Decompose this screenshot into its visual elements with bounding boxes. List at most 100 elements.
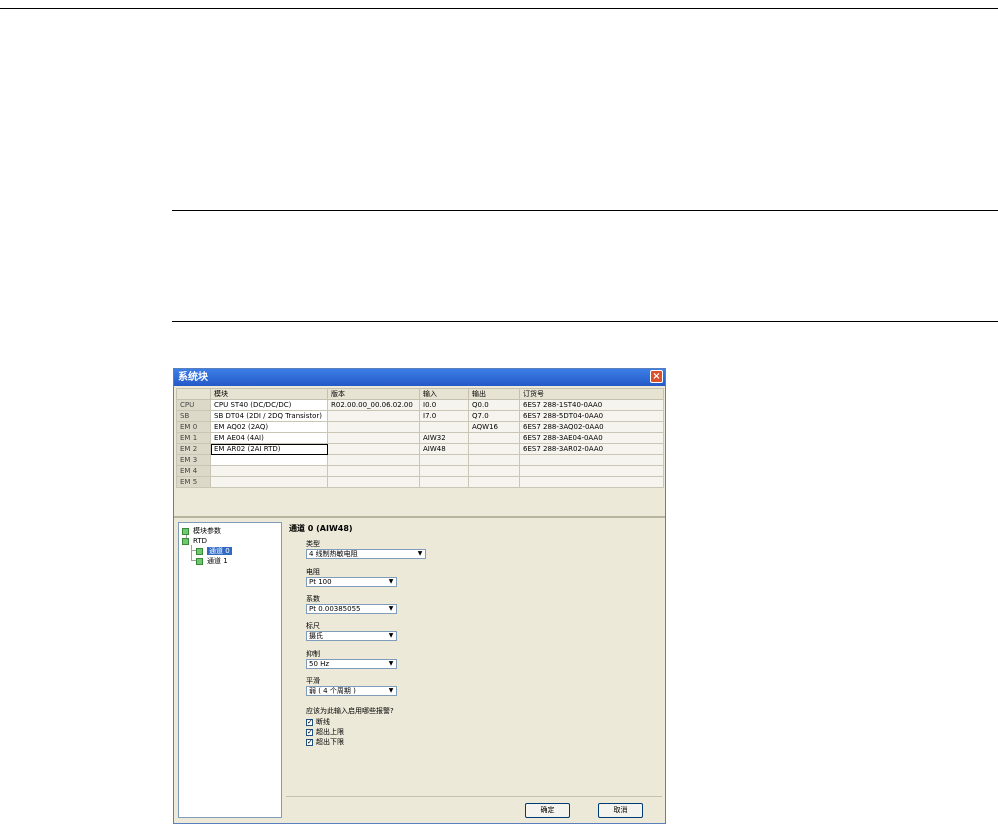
input-cell: I7.0 <box>419 410 469 422</box>
pane-splitter[interactable] <box>174 516 665 518</box>
coefficient-dropdown[interactable]: Pt 0.00385055 ▼ <box>306 604 397 614</box>
col-header-slot <box>176 388 211 400</box>
slot-cell: CPU <box>176 399 211 411</box>
version-cell <box>327 476 420 488</box>
output-cell: Q7.0 <box>468 410 520 422</box>
version-cell <box>327 421 420 433</box>
table-header-row: 模块 版本 输入 输出 订货号 <box>176 388 664 400</box>
rejection-dropdown[interactable]: 50 Hz ▼ <box>306 659 397 669</box>
tree-item-module-params[interactable]: 模块参数 <box>182 526 221 536</box>
module-cell[interactable]: CPU ST40 (DC/DC/DC) <box>210 399 328 411</box>
slot-cell: SB <box>176 410 211 422</box>
slot-cell: EM 2 <box>176 443 211 455</box>
type-label: 类型 <box>306 540 320 548</box>
input-cell <box>419 421 469 433</box>
table-row[interactable]: EM 1 EM AE04 (4AI) AIW32 6ES7 288-3AE04-… <box>176 432 664 444</box>
chevron-down-icon: ▼ <box>386 605 396 613</box>
module-cell[interactable] <box>210 465 328 477</box>
type-dropdown[interactable]: 4 线制热敏电阻 ▼ <box>306 549 426 559</box>
node-icon <box>196 557 203 565</box>
module-cell-selected[interactable]: EM AR02 (2AI RTD) <box>210 443 328 455</box>
version-cell <box>327 410 420 422</box>
output-cell <box>468 432 520 444</box>
note-rule-top <box>172 210 998 211</box>
button-separator <box>286 796 662 797</box>
config-tree: 模块参数 RTD 通道 0 通道 1 <box>178 522 282 818</box>
check-icon: ✓ <box>306 737 313 746</box>
tree-item-channel-0[interactable]: 通道 0 <box>196 546 232 556</box>
output-cell <box>468 476 520 488</box>
table-row[interactable]: EM 3 <box>176 454 664 466</box>
slot-cell: EM 0 <box>176 421 211 433</box>
check-icon: ✓ <box>306 717 313 726</box>
dropdown-value: 摄氏 <box>309 632 323 640</box>
slot-cell: EM 5 <box>176 476 211 488</box>
tree-item-channel-1[interactable]: 通道 1 <box>196 556 228 566</box>
version-cell <box>327 454 420 466</box>
smoothing-dropdown[interactable]: 弱 ( 4 个周期 ) ▼ <box>306 686 397 696</box>
order-cell: 6ES7 288-5DT04-0AA0 <box>519 410 664 422</box>
slot-cell: EM 3 <box>176 454 211 466</box>
dialog-titlebar: 系统块 × <box>174 369 665 386</box>
dropdown-value: 4 线制热敏电阻 <box>309 550 358 558</box>
version-cell: R02.00.00_00.06.02.00 <box>327 399 420 411</box>
version-cell <box>327 465 420 477</box>
upper-limit-checkbox[interactable]: ✓ 超出上限 <box>306 727 344 737</box>
col-header-version: 版本 <box>327 388 420 400</box>
module-cell[interactable]: SB DT04 (2DI / 2DQ Transistor) <box>210 410 328 422</box>
output-cell: Q0.0 <box>468 399 520 411</box>
scale-label: 标尺 <box>306 622 320 630</box>
alarm-question: 应该为此输入启用哪些报警? <box>306 707 394 715</box>
dropdown-value: Pt 100 <box>309 578 332 586</box>
node-icon <box>182 537 189 545</box>
cancel-button[interactable]: 取消 <box>598 803 643 818</box>
col-header-module: 模块 <box>210 388 328 400</box>
resistor-dropdown[interactable]: Pt 100 ▼ <box>306 577 397 587</box>
tree-item-label: 通道 0 <box>207 547 232 555</box>
lower-limit-checkbox[interactable]: ✓ 超出下限 <box>306 737 344 747</box>
module-cell[interactable]: EM AQ02 (2AQ) <box>210 421 328 433</box>
scale-dropdown[interactable]: 摄氏 ▼ <box>306 631 397 641</box>
output-cell <box>468 465 520 477</box>
slot-cell: EM 1 <box>176 432 211 444</box>
order-cell: 6ES7 288-3AR02-0AA0 <box>519 443 664 455</box>
note-rule-bottom <box>172 321 998 322</box>
wire-break-checkbox[interactable]: ✓ 断线 <box>306 717 330 727</box>
order-cell: 6ES7 288-1ST40-0AA0 <box>519 399 664 411</box>
chevron-down-icon: ▼ <box>415 550 425 558</box>
checkbox-label: 超出下限 <box>316 738 344 746</box>
table-row[interactable]: EM 5 <box>176 476 664 488</box>
chevron-down-icon: ▼ <box>386 632 396 640</box>
coefficient-label: 系数 <box>306 595 320 603</box>
module-table: 模块 版本 输入 输出 订货号 CPU CPU ST40 (DC/DC/DC) … <box>176 388 664 488</box>
tree-item-label: 模块参数 <box>193 527 221 535</box>
dialog-title: 系统块 <box>178 372 208 383</box>
output-cell: AQW16 <box>468 421 520 433</box>
panel-title: 通道 0 (AIW48) <box>289 524 353 533</box>
ok-button[interactable]: 确定 <box>525 803 570 818</box>
module-cell[interactable]: EM AE04 (4AI) <box>210 432 328 444</box>
chevron-down-icon: ▼ <box>386 578 396 586</box>
table-row[interactable]: SB SB DT04 (2DI / 2DQ Transistor) I7.0 Q… <box>176 410 664 422</box>
order-cell <box>519 476 664 488</box>
module-cell[interactable] <box>210 454 328 466</box>
table-row-selected[interactable]: EM 2 EM AR02 (2AI RTD) AIW48 6ES7 288-3A… <box>176 443 664 455</box>
tree-item-rtd[interactable]: RTD <box>182 536 207 546</box>
table-row[interactable]: EM 4 <box>176 465 664 477</box>
close-button[interactable]: × <box>650 370 663 383</box>
version-cell <box>327 432 420 444</box>
dropdown-value: Pt 0.00385055 <box>309 605 361 613</box>
table-row[interactable]: CPU CPU ST40 (DC/DC/DC) R02.00.00_00.06.… <box>176 399 664 411</box>
order-cell: 6ES7 288-3AQ02-0AA0 <box>519 421 664 433</box>
table-row[interactable]: EM 0 EM AQ02 (2AQ) AQW16 6ES7 288-3AQ02-… <box>176 421 664 433</box>
col-header-input: 输入 <box>419 388 469 400</box>
module-cell[interactable] <box>210 476 328 488</box>
input-cell <box>419 465 469 477</box>
top-rule <box>0 8 998 9</box>
checkbox-label: 超出上限 <box>316 728 344 736</box>
node-icon <box>182 527 189 535</box>
close-icon: × <box>652 371 661 382</box>
chevron-down-icon: ▼ <box>386 687 396 695</box>
smoothing-label: 平滑 <box>306 677 320 685</box>
input-cell: AIW32 <box>419 432 469 444</box>
